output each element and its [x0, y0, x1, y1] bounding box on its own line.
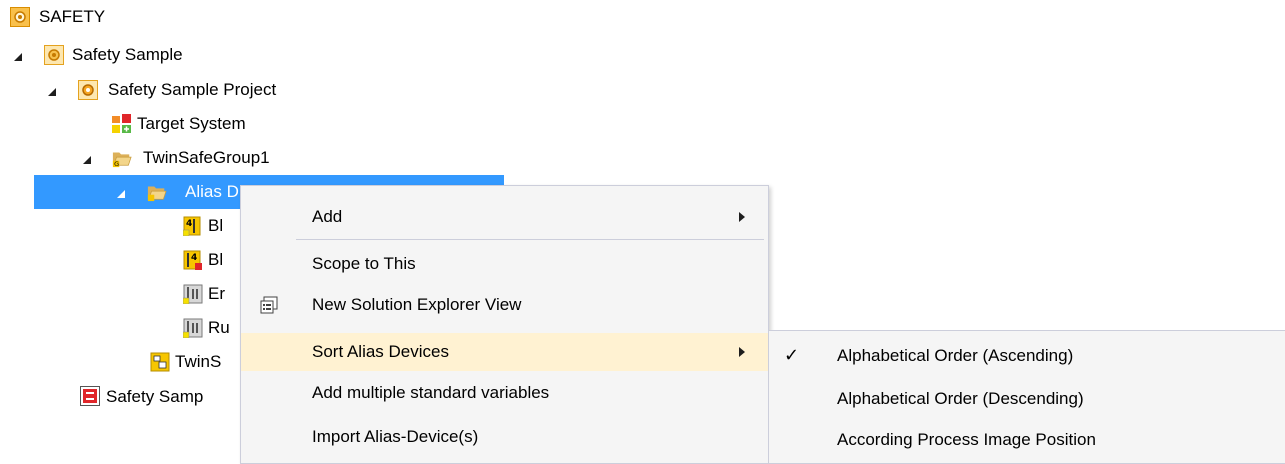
svg-text:4: 4: [191, 253, 197, 263]
svg-text:4: 4: [186, 219, 192, 229]
submenu-arrow-icon: [739, 347, 745, 357]
tree-node-safety-sample[interactable]: Safety Sample: [0, 38, 500, 72]
submenu-item-label: Alphabetical Order (Ascending): [837, 346, 1074, 365]
menu-item-label: Import Alias-Device(s): [312, 427, 479, 446]
sort-submenu: ✓ Alphabetical Order (Ascending) Alphabe…: [768, 330, 1285, 464]
tree-node-twinsafe-mapping[interactable]: TwinS: [0, 345, 240, 379]
folder-open-icon: [147, 186, 167, 202]
tree-node-alias-device-2[interactable]: 4 Bl: [0, 243, 240, 277]
submenu-item-label: Alphabetical Order (Descending): [837, 389, 1084, 408]
tree-node-alias-device-4[interactable]: Ru: [0, 311, 240, 345]
safety-project-icon: [10, 7, 30, 27]
menu-item-label: Add: [312, 207, 343, 226]
tree-label-alias-device: Ru: [208, 318, 230, 337]
expander-icon[interactable]: [117, 190, 125, 198]
submenu-item-alphabetical-ascending[interactable]: ✓ Alphabetical Order (Ascending): [769, 337, 1285, 374]
expander-icon[interactable]: [48, 88, 56, 96]
tree-node-twinsafe-group[interactable]: G TwinSafeGroup1: [0, 141, 500, 175]
target-system-icon: [112, 114, 131, 133]
tree-label-target-system: Target System: [137, 114, 246, 133]
menu-item-label: New Solution Explorer View: [312, 295, 522, 314]
mapping-icon: [150, 352, 170, 372]
tree-label-alias-device: Bl: [208, 216, 224, 235]
terminal-device-icon: [183, 284, 203, 304]
tree-label-alias-device: Er: [208, 284, 225, 303]
menu-item-add-multiple-standard-variables[interactable]: Add multiple standard variables: [241, 374, 768, 412]
submenu-arrow-icon: [739, 212, 745, 222]
tree-node-target-system[interactable]: Target System: [0, 107, 500, 141]
tree-node-safety-sample-project[interactable]: Safety Sample Project: [0, 73, 500, 107]
tree-label-twinsafe-group: TwinSafeGroup1: [143, 148, 270, 167]
checkmark-icon: ✓: [784, 345, 800, 365]
context-menu: Add Scope to This New Solution Explorer …: [240, 185, 769, 464]
menu-separator: [296, 239, 764, 240]
safety-project-icon: [78, 80, 98, 100]
tree-label-safety-sample: Safety Sample: [72, 45, 183, 64]
tree-node-safety[interactable]: SAFETY: [0, 0, 500, 34]
safety-instance-icon: [80, 386, 100, 406]
tree-label-twinsafe-mapping: TwinS: [175, 352, 222, 371]
menu-item-label: Add multiple standard variables: [312, 383, 550, 402]
tree-label-alias-device: Bl: [208, 250, 224, 269]
tree-node-alias-device-3[interactable]: Er: [0, 277, 240, 311]
expander-icon[interactable]: [83, 156, 91, 164]
expander-icon[interactable]: [14, 53, 22, 61]
tree-label-safety-sample-project: Safety Sample Project: [108, 80, 277, 99]
menu-item-import-alias-devices[interactable]: Import Alias-Device(s): [241, 418, 768, 456]
tree-node-alias-device-1[interactable]: 4 Bl: [0, 209, 240, 243]
tree-label-safety: SAFETY: [39, 7, 106, 26]
menu-item-add[interactable]: Add: [241, 198, 768, 236]
tree-node-safety-sample-instance[interactable]: Safety Samp: [0, 380, 240, 414]
alias-device-icon: 4: [183, 216, 201, 236]
solution-explorer-view-icon: [260, 296, 278, 314]
alias-device-icon: 4: [183, 250, 202, 270]
menu-item-label: Sort Alias Devices: [312, 342, 449, 361]
tree-label-alias-devices: Alias D: [185, 182, 239, 201]
svg-text:G: G: [114, 161, 119, 168]
safety-project-icon: [44, 45, 64, 65]
menu-item-new-solution-explorer-view[interactable]: New Solution Explorer View: [241, 286, 768, 324]
submenu-item-label: According Process Image Position: [837, 430, 1096, 449]
submenu-item-alphabetical-descending[interactable]: Alphabetical Order (Descending): [769, 380, 1285, 417]
terminal-device-icon: [183, 318, 203, 338]
menu-item-scope-to-this[interactable]: Scope to This: [241, 245, 768, 283]
menu-item-label: Scope to This: [312, 254, 416, 273]
submenu-item-process-image-position[interactable]: According Process Image Position: [769, 421, 1285, 458]
menu-item-sort-alias-devices[interactable]: Sort Alias Devices: [241, 333, 768, 371]
folder-open-icon: G: [112, 152, 132, 168]
tree-label-safety-sample-instance: Safety Samp: [106, 387, 204, 406]
